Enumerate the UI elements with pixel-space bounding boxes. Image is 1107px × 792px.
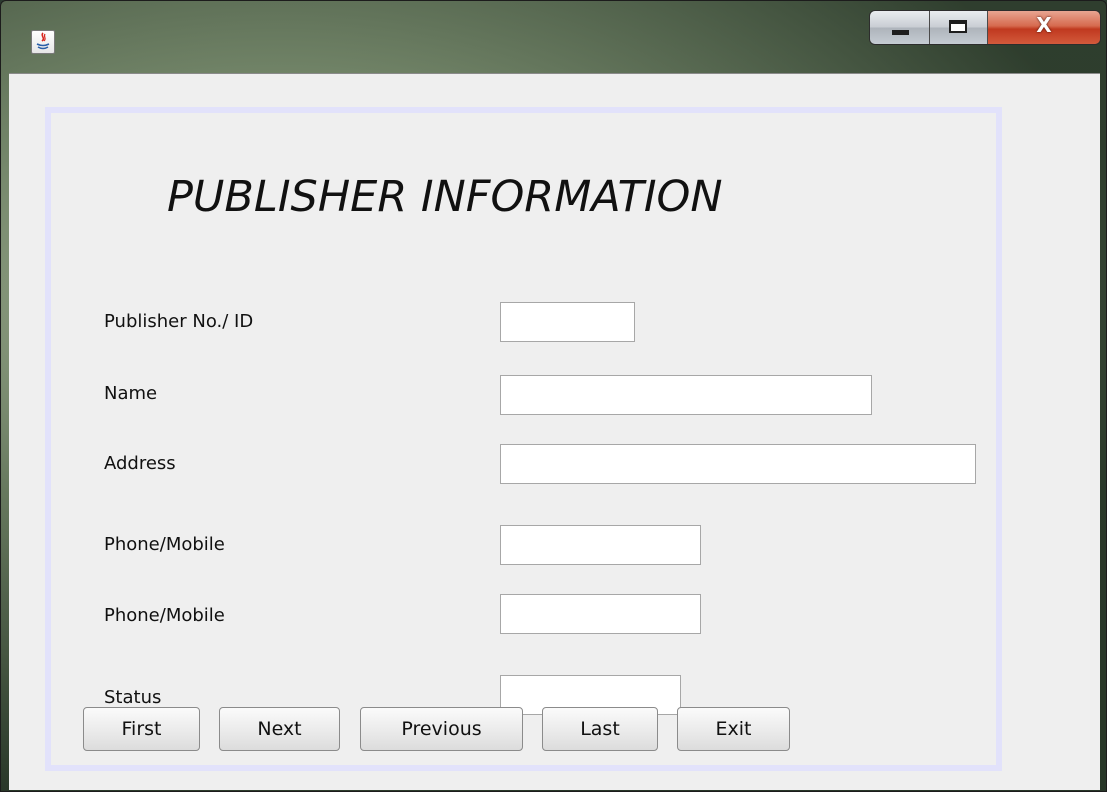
phone-mobile-1-field[interactable] — [500, 525, 701, 565]
minimize-icon — [892, 30, 909, 35]
client-area: PUBLISHER INFORMATION Publisher No./ ID … — [9, 73, 1100, 790]
maximize-button[interactable] — [930, 11, 988, 44]
publisher-id-label: Publisher No./ ID — [104, 311, 254, 332]
first-button[interactable]: First — [83, 707, 200, 751]
previous-button[interactable]: Previous — [360, 707, 523, 751]
close-button[interactable]: X — [988, 11, 1100, 44]
phone-mobile-1-label: Phone/Mobile — [104, 534, 225, 555]
close-icon: X — [1036, 13, 1052, 37]
status-label: Status — [104, 687, 162, 708]
last-button[interactable]: Last — [542, 707, 658, 751]
page-title: PUBLISHER INFORMATION — [167, 172, 723, 222]
form-panel: PUBLISHER INFORMATION Publisher No./ ID … — [45, 107, 1002, 771]
publisher-id-field[interactable] — [500, 302, 635, 342]
exit-button[interactable]: Exit — [677, 707, 790, 751]
phone-mobile-2-field[interactable] — [500, 594, 701, 634]
app-window: X PUBLISHER INFORMATION Publisher No./ I… — [0, 0, 1107, 792]
next-button[interactable]: Next — [219, 707, 340, 751]
address-label: Address — [104, 453, 176, 474]
maximize-icon — [949, 20, 967, 33]
minimize-button[interactable] — [870, 11, 930, 44]
phone-mobile-2-label: Phone/Mobile — [104, 605, 225, 626]
name-label: Name — [104, 383, 158, 404]
java-app-icon[interactable] — [31, 30, 55, 54]
caption-buttons: X — [869, 10, 1101, 45]
address-field[interactable] — [500, 444, 976, 484]
name-field[interactable] — [500, 375, 872, 415]
title-bar[interactable]: X — [1, 1, 1106, 73]
